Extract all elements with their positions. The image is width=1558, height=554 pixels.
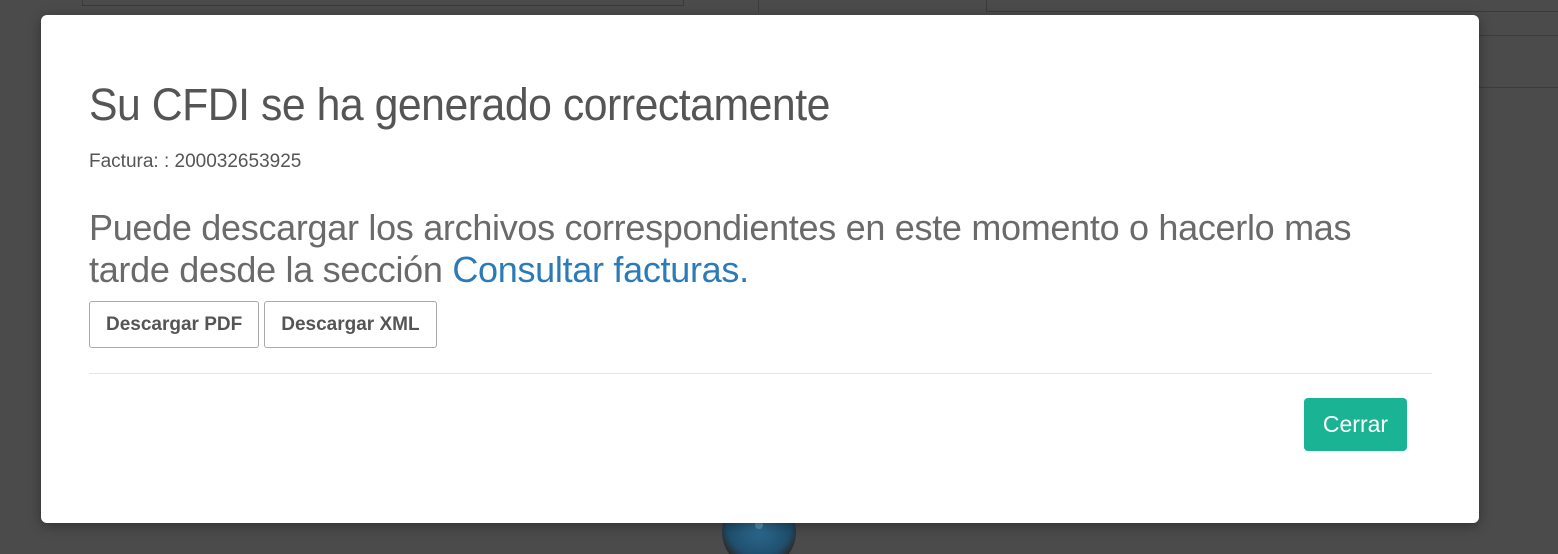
download-pdf-button[interactable]: Descargar PDF xyxy=(89,301,260,348)
success-modal: Su CFDI se ha generado correctamente Fac… xyxy=(41,15,1479,523)
download-message: Puede descargar los archivos correspondi… xyxy=(89,207,1432,291)
background-panel xyxy=(986,0,1558,12)
invoice-number: Factura: : 200032653925 xyxy=(89,151,302,172)
background-input-box xyxy=(82,0,684,6)
download-buttons: Descargar PDF Descargar XML xyxy=(89,301,1432,348)
background-divider xyxy=(1479,35,1558,36)
background-divider xyxy=(758,0,759,12)
background-divider xyxy=(1479,87,1558,88)
download-xml-button[interactable]: Descargar XML xyxy=(264,301,437,348)
modal-footer-divider xyxy=(89,373,1432,374)
modal-title: Su CFDI se ha generado correctamente xyxy=(89,79,830,130)
consultar-facturas-link[interactable]: Consultar facturas. xyxy=(452,249,749,290)
close-button[interactable]: Cerrar xyxy=(1304,398,1407,451)
modal-body: Su CFDI se ha generado correctamente Fac… xyxy=(89,75,1432,348)
